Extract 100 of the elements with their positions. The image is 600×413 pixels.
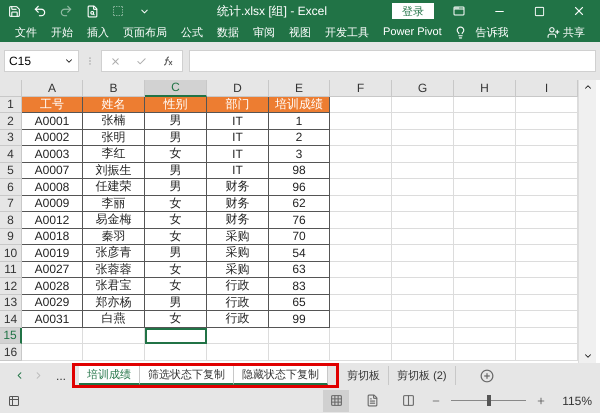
table-cell: [516, 96, 578, 113]
table-cell: 秦羽: [83, 228, 145, 245]
row-header[interactable]: 1: [0, 96, 22, 113]
row-header[interactable]: 13: [0, 294, 22, 311]
row-header[interactable]: 2: [0, 113, 22, 130]
ribbon-tab[interactable]: Power Pivot: [376, 22, 449, 42]
table-cell: [269, 344, 330, 360]
table-cell: [22, 344, 83, 360]
add-sheet-icon[interactable]: [478, 368, 496, 384]
table-cell: [454, 245, 516, 262]
header-cell: 姓名: [83, 96, 145, 113]
share-button[interactable]: 共享: [561, 22, 592, 42]
table-cell: [207, 328, 269, 344]
view-button[interactable]: [323, 390, 350, 412]
table-cell: [330, 344, 392, 360]
table-cell: 李丽: [83, 196, 145, 212]
ribbon-tab[interactable]: 公式: [174, 22, 210, 42]
table-cell: 男: [145, 179, 207, 196]
table-cell: [516, 328, 578, 344]
user-add-icon[interactable]: [545, 24, 561, 40]
table-cell: [516, 344, 578, 360]
column-header[interactable]: H: [454, 80, 516, 96]
table-cell: 男: [145, 162, 207, 179]
row-header[interactable]: 14: [0, 311, 22, 328]
column-header[interactable]: I: [516, 80, 578, 96]
table-cell: 76: [269, 212, 330, 228]
sheet-tab[interactable]: 筛选状态下复制: [140, 366, 234, 385]
row-header[interactable]: 10: [0, 245, 22, 262]
table-cell: 任建荣: [83, 179, 145, 196]
table-cell: [454, 278, 516, 294]
sheet-tab[interactable]: 剪切板: [339, 366, 390, 385]
column-header[interactable]: A: [22, 80, 83, 96]
redo-icon[interactable]: [58, 3, 74, 19]
ribbon-tab[interactable]: 视图: [282, 22, 318, 42]
table-cell: A0007: [22, 162, 83, 179]
table-cell: 女: [145, 146, 207, 162]
table-cell: [454, 212, 516, 228]
zoom-thumb[interactable]: [486, 395, 491, 406]
table-cell: [516, 228, 578, 245]
table-cell: [454, 130, 516, 146]
ribbon-tab[interactable]: 开发工具: [318, 22, 376, 42]
table-cell: 女: [145, 228, 207, 245]
table-cell: A0019: [22, 245, 83, 262]
row-header[interactable]: 7: [0, 196, 22, 212]
row-header[interactable]: 4: [0, 146, 22, 162]
formula-field[interactable]: [189, 50, 596, 72]
row-header[interactable]: 11: [0, 262, 22, 278]
login-button[interactable]: 登录: [392, 3, 434, 19]
table-cell: 女: [145, 278, 207, 294]
sheet-tab[interactable]: 培训成绩: [79, 366, 140, 385]
table-cell: [454, 146, 516, 162]
column-header[interactable]: C: [145, 80, 207, 96]
table-cell: 女: [145, 212, 207, 228]
table-cell: [22, 328, 83, 344]
table-cell: [516, 278, 578, 294]
tell-me-button[interactable]: 告诉我: [468, 22, 516, 42]
table-cell: A0027: [22, 262, 83, 278]
ribbon-tab[interactable]: 开始: [44, 22, 80, 42]
zoom-level[interactable]: 115%: [562, 394, 592, 408]
row-header[interactable]: 3: [0, 130, 22, 146]
row-header[interactable]: 16: [0, 344, 22, 360]
more-sheets[interactable]: ...: [56, 368, 66, 382]
ribbon-tab[interactable]: 页面布局: [116, 22, 174, 42]
table-cell: [516, 294, 578, 311]
sheet-tab[interactable]: 剪切板 (2): [389, 366, 456, 385]
table-cell: 采购: [207, 228, 269, 245]
ribbon-tab[interactable]: 插入: [80, 22, 116, 42]
table-cell: A0012: [22, 212, 83, 228]
undo-icon[interactable]: [32, 3, 48, 19]
table-cell: [392, 212, 454, 228]
vertical-scrollbar[interactable]: [578, 80, 596, 363]
table-cell: 财务: [207, 179, 269, 196]
row-header[interactable]: 15: [0, 328, 22, 344]
row-header[interactable]: 5: [0, 162, 22, 179]
row-header[interactable]: 6: [0, 179, 22, 196]
table-cell: [330, 262, 392, 278]
ribbon-tab[interactable]: 数据: [210, 22, 246, 42]
function-icon[interactable]: [162, 55, 174, 67]
table-cell: [330, 96, 392, 113]
column-header[interactable]: E: [269, 80, 330, 96]
table-cell: [516, 196, 578, 212]
sheet-tab[interactable]: 隐藏状态下复制: [234, 366, 328, 385]
table-cell: 83: [269, 278, 330, 294]
column-header[interactable]: G: [392, 80, 454, 96]
zoom-in-icon[interactable]: [536, 396, 546, 406]
row-header[interactable]: 12: [0, 278, 22, 294]
save-icon[interactable]: [6, 3, 22, 19]
ribbon-tab[interactable]: 审阅: [246, 22, 282, 42]
table-cell: [330, 179, 392, 196]
name-box[interactable]: C15: [4, 50, 79, 72]
table-cell: 易金梅: [83, 212, 145, 228]
table-cell: [330, 245, 392, 262]
row-header[interactable]: 8: [0, 212, 22, 228]
row-header[interactable]: 9: [0, 228, 22, 245]
table-cell: 刘振生: [83, 162, 145, 179]
ribbon-tab[interactable]: 文件: [8, 22, 44, 42]
column-header[interactable]: D: [207, 80, 269, 96]
column-header[interactable]: F: [330, 80, 392, 96]
window-title: 统计.xlsx [组] - Excel: [216, 2, 328, 20]
column-header[interactable]: B: [83, 80, 145, 96]
